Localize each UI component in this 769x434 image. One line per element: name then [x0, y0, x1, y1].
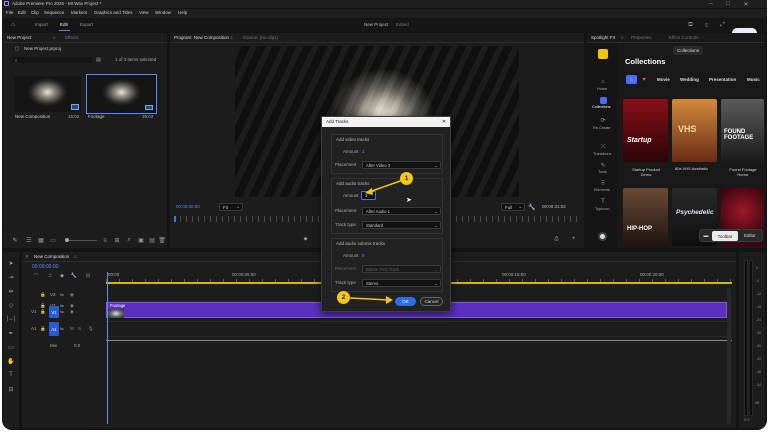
callout-badge-1: 1: [400, 172, 413, 185]
callout-number: 1: [404, 175, 409, 182]
callout-arrow-1: [368, 179, 404, 193]
app-frame: Adobe Premiere Pro 2025 - MI:Wav Project…: [0, 0, 769, 434]
callout-number: 2: [341, 294, 346, 301]
mouse-cursor-icon: ➤: [406, 197, 412, 204]
premiere-window: Adobe Premiere Pro 2025 - MI:Wav Project…: [2, 0, 767, 430]
arrowhead-1: [365, 188, 373, 195]
callout-arrows: [349, 179, 404, 304]
callout-arrow-2: [349, 297, 390, 301]
arrowhead-2: [386, 296, 393, 304]
callout-badge-2: 2: [337, 291, 350, 304]
